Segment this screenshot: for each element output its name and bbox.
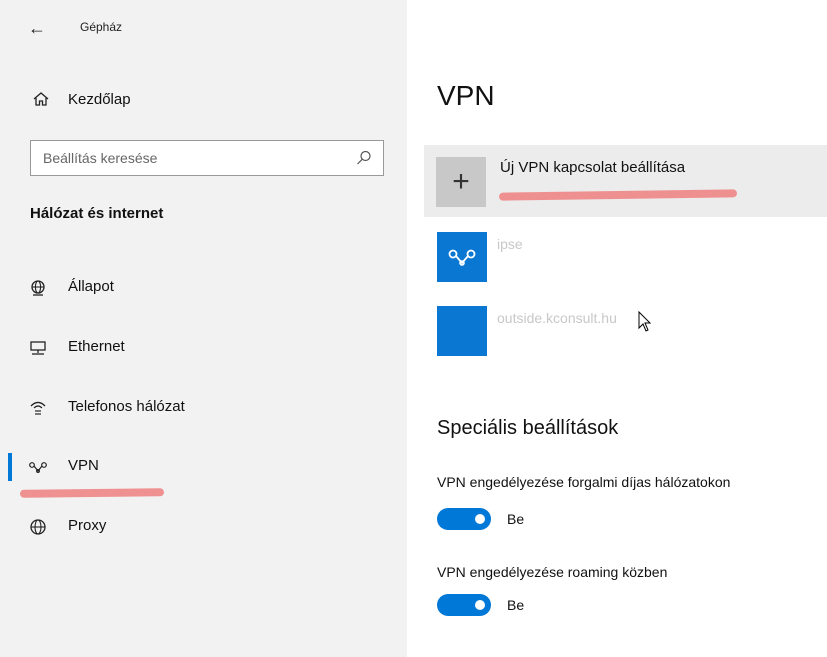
sidebar-item-label: Telefonos hálózat — [68, 398, 185, 415]
vpn-connection-name: outside.kconsult.hu — [497, 310, 617, 326]
sidebar-item-label: VPN — [68, 457, 99, 474]
app-title: Gépház — [80, 20, 123, 34]
sidebar: ← Gépház Kezdőlap Hálózat és internet Ál… — [0, 0, 407, 657]
roaming-toggle[interactable] — [437, 594, 491, 616]
plus-icon: + — [436, 157, 486, 207]
vpn-connection-item[interactable]: outside.kconsult.hu — [437, 306, 827, 356]
dialup-icon — [28, 398, 48, 418]
roaming-option-label: VPN engedélyezése roaming közben — [437, 564, 668, 580]
metered-option-label: VPN engedélyezése forgalmi díjas hálózat… — [437, 474, 731, 490]
search-input[interactable] — [41, 141, 345, 175]
sidebar-item-label: Állapot — [68, 278, 114, 295]
connection-tile — [437, 306, 487, 356]
roaming-toggle-row: Be — [437, 594, 524, 616]
vpn-connection-item[interactable]: ipse — [437, 232, 827, 282]
highlight-underline — [19, 488, 165, 498]
back-arrow-icon[interactable]: ← — [28, 18, 46, 39]
add-vpn-button[interactable]: + Új VPN kapcsolat beállítása — [424, 145, 827, 332]
toggle-knob — [475, 514, 485, 524]
vpn-icon — [437, 232, 487, 282]
toggle-knob — [475, 600, 485, 610]
main-panel: VPN + Új VPN kapcsolat beállítása ipse o… — [407, 0, 827, 657]
sidebar-item-dialup[interactable]: Telefonos hálózat — [0, 386, 407, 430]
sidebar-item-vpn[interactable]: VPN — [0, 445, 407, 489]
selection-indicator — [8, 453, 12, 481]
sidebar-item-label: Proxy — [68, 517, 107, 534]
sidebar-item-proxy[interactable]: Proxy — [0, 505, 407, 549]
add-vpn-label: Új VPN kapcsolat beállítása — [500, 159, 686, 176]
vpn-icon — [28, 457, 48, 477]
home-icon — [30, 88, 52, 110]
home-label: Kezdőlap — [68, 90, 131, 108]
toggle-state: Be — [507, 597, 525, 613]
sidebar-item-ethernet[interactable]: Ethernet — [0, 326, 407, 370]
search-icon[interactable] — [355, 149, 373, 167]
globe-status-icon — [28, 278, 48, 298]
page-title: VPN — [437, 80, 495, 111]
sidebar-item-label: Ethernet — [68, 338, 125, 355]
advanced-settings-title: Speciális beállítások — [437, 417, 619, 439]
ethernet-icon — [28, 338, 48, 358]
section-title: Hálózat és internet — [30, 205, 164, 222]
search-box[interactable] — [30, 140, 384, 176]
home-link[interactable]: Kezdőlap — [30, 88, 131, 110]
sidebar-item-status[interactable]: Állapot — [0, 266, 407, 310]
toggle-state: Be — [507, 511, 525, 527]
metered-toggle[interactable] — [437, 508, 491, 530]
vpn-connection-name: ipse — [497, 236, 523, 252]
globe-icon — [28, 517, 48, 537]
metered-toggle-row: Be — [437, 508, 524, 530]
